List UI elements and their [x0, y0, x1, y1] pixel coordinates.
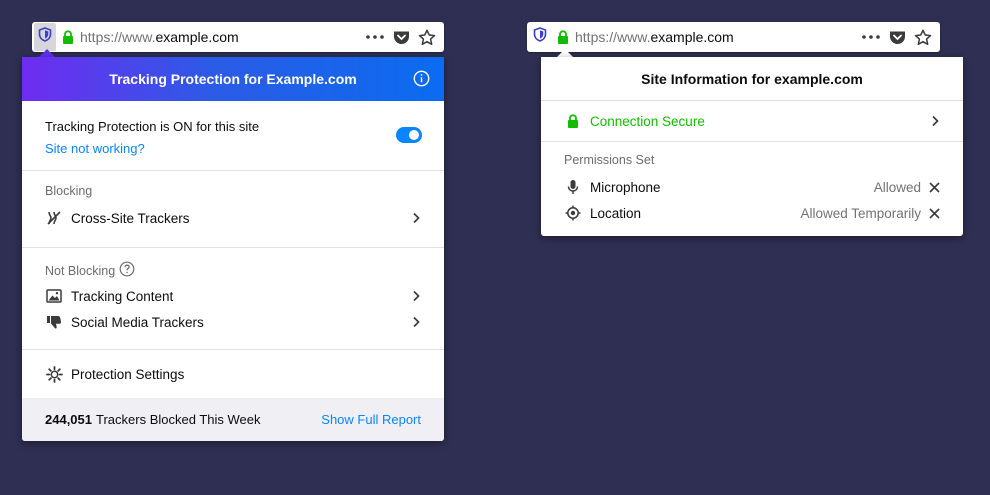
- lock-icon[interactable]: [557, 29, 569, 45]
- blocking-section: Blocking Cross-Site Trackers: [22, 171, 444, 248]
- info-icon[interactable]: [413, 70, 430, 90]
- url-bar-left[interactable]: https://www.example.com: [32, 22, 444, 52]
- url-text[interactable]: https://www.example.com: [80, 29, 239, 45]
- site-not-working-link[interactable]: Site not working?: [45, 141, 145, 156]
- cross-site-trackers-label: Cross-Site Trackers: [71, 210, 190, 226]
- pocket-icon[interactable]: [388, 23, 414, 51]
- not-blocking-label: Not Blocking: [45, 261, 135, 280]
- shield-icon: [38, 27, 52, 47]
- blocking-label: Blocking: [45, 184, 93, 198]
- pocket-icon[interactable]: [884, 23, 910, 51]
- site-info-title: Site Information for example.com: [541, 57, 963, 101]
- social-media-trackers-row[interactable]: Social Media Trackers: [45, 310, 422, 334]
- chevron-right-icon: [410, 289, 422, 303]
- tracking-status-title: Tracking Protection is ON for this site: [45, 119, 260, 134]
- url-bar-right[interactable]: https://www.example.com: [527, 22, 940, 52]
- connection-secure-row[interactable]: Connection Secure: [564, 109, 941, 133]
- gear-icon: [45, 365, 63, 383]
- trackers-blocked-text: Trackers Blocked This Week: [96, 412, 261, 427]
- remove-permission-close-icon[interactable]: [927, 206, 941, 220]
- tracking-protection-button[interactable]: [529, 23, 551, 51]
- tracking-protection-button[interactable]: [34, 23, 56, 51]
- tracking-panel-header: Tracking Protection for Example.com: [22, 57, 444, 101]
- permission-row-microphone: Microphone Allowed: [564, 175, 941, 199]
- panel-arrow-right: [557, 49, 573, 57]
- connection-secure-label: Connection Secure: [590, 113, 705, 129]
- location-icon: [564, 204, 582, 222]
- protection-settings-row[interactable]: Protection Settings: [45, 362, 422, 386]
- permissions-label: Permissions Set: [564, 153, 655, 167]
- shield-icon: [533, 27, 547, 47]
- tracking-panel-footer: 244,051 Trackers Blocked This Week Show …: [22, 398, 444, 441]
- image-icon: [45, 287, 63, 305]
- tracking-panel-title: Tracking Protection for Example.com: [109, 71, 357, 87]
- tracking-content-label: Tracking Content: [71, 288, 174, 304]
- thumbs-down-icon: [45, 313, 63, 331]
- chevron-right-icon: [410, 315, 422, 329]
- show-full-report-link[interactable]: Show Full Report: [321, 412, 421, 427]
- chevron-right-icon: [929, 114, 941, 128]
- lock-icon: [564, 112, 582, 130]
- site-information-panel: Site Information for example.com Connect…: [541, 57, 963, 236]
- tracking-protection-panel: Tracking Protection for Example.com Trac…: [22, 57, 444, 441]
- remove-permission-close-icon[interactable]: [927, 180, 941, 194]
- tracking-content-row[interactable]: Tracking Content: [45, 284, 422, 308]
- page-actions-icon[interactable]: [362, 23, 388, 51]
- help-icon[interactable]: [119, 261, 135, 280]
- bookmark-star-icon[interactable]: [414, 23, 440, 51]
- location-label: Location: [590, 205, 642, 221]
- microphone-icon: [564, 178, 582, 196]
- trackers-blocked-count: 244,051: [45, 412, 92, 427]
- cross-site-trackers-row[interactable]: Cross-Site Trackers: [45, 206, 422, 230]
- settings-section: Protection Settings: [22, 350, 444, 399]
- connection-section: Connection Secure: [541, 101, 963, 142]
- not-blocking-section: Not Blocking Tracking Content Social Med…: [22, 248, 444, 350]
- url-text[interactable]: https://www.example.com: [575, 29, 734, 45]
- tracker-blocked-icon: [45, 209, 63, 227]
- permission-row-location: Location Allowed Temporarily: [564, 201, 941, 225]
- location-state: Allowed Temporarily: [800, 205, 921, 221]
- chevron-right-icon: [410, 211, 422, 225]
- panel-arrow-left: [39, 49, 55, 57]
- social-media-trackers-label: Social Media Trackers: [71, 314, 204, 330]
- lock-icon[interactable]: [62, 29, 74, 45]
- tracking-protection-toggle[interactable]: [396, 127, 422, 143]
- page-actions-icon[interactable]: [858, 23, 884, 51]
- bookmark-star-icon[interactable]: [910, 23, 936, 51]
- protection-settings-label: Protection Settings: [71, 366, 185, 382]
- microphone-label: Microphone: [590, 179, 661, 195]
- microphone-state: Allowed: [873, 179, 921, 195]
- tracking-status-section: Tracking Protection is ON for this site …: [22, 101, 444, 171]
- permissions-section: Permissions Set Microphone Allowed Locat…: [541, 142, 963, 236]
